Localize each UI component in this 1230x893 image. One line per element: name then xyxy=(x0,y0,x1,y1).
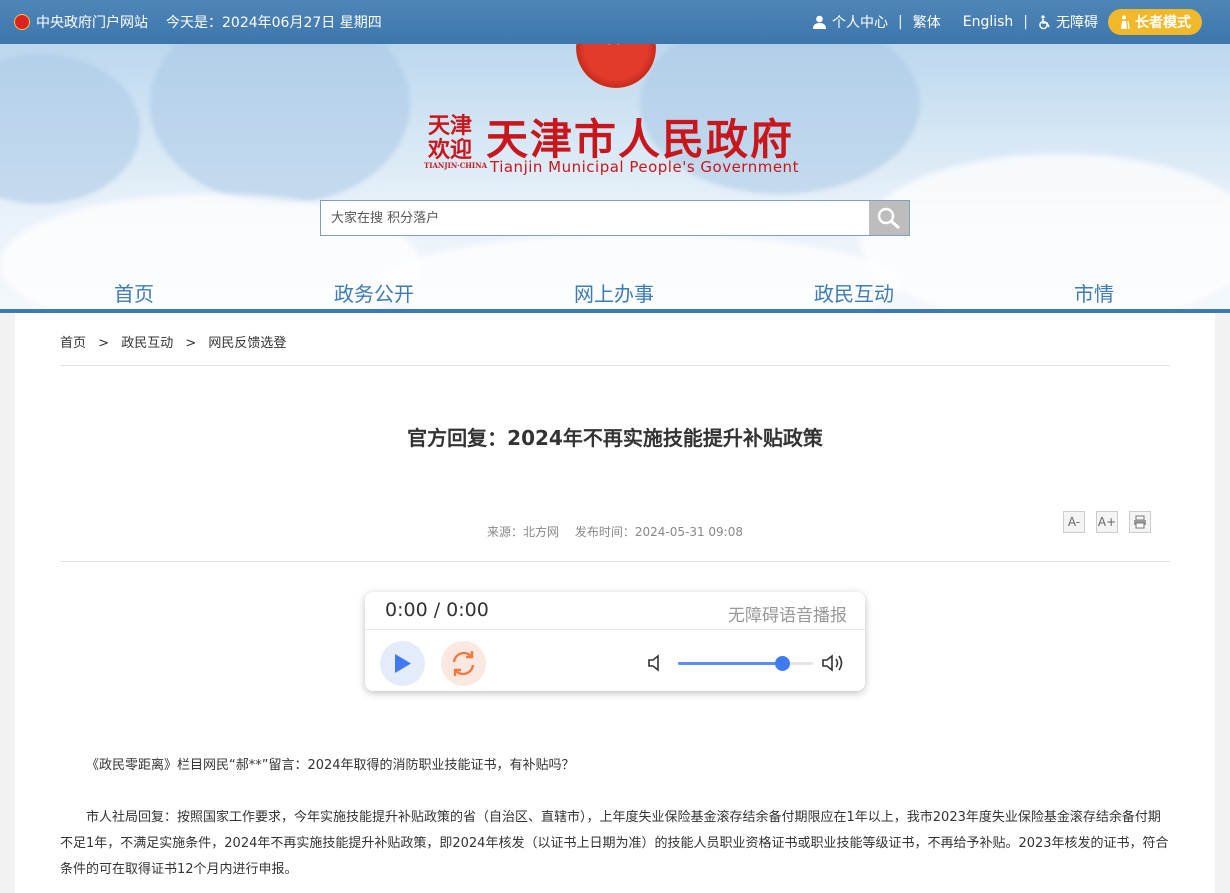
volume-slider[interactable] xyxy=(678,656,813,671)
volume-low-icon[interactable] xyxy=(647,654,663,672)
player-time: 0:00 / 0:00 xyxy=(385,599,489,621)
volume-handle[interactable] xyxy=(774,656,790,671)
wheelchair-icon xyxy=(1039,14,1050,29)
loop-button[interactable] xyxy=(441,641,486,686)
font-decrease-button[interactable]: A- xyxy=(1063,511,1085,533)
nav-interaction[interactable]: 政民互动 xyxy=(814,278,894,307)
search-box xyxy=(320,200,910,236)
article-date: 发布时间：2024-05-31 09:08 xyxy=(574,525,743,539)
article-source: 来源：北方网 xyxy=(487,525,560,539)
search-icon xyxy=(877,207,900,230)
elder-mode-button[interactable]: 长者模式 xyxy=(1108,9,1202,35)
divider xyxy=(60,561,1170,562)
header-banner: ★ 天津 欢迎 TIANJIN·CHINA 天津市人民政府 Tianjin Mu… xyxy=(0,44,1230,311)
breadcrumb-home[interactable]: 首页 xyxy=(60,336,86,351)
volume-high-icon[interactable] xyxy=(821,653,847,673)
article-paragraph: 《政民零距离》栏目网民“郝**”留言：2024年取得的消防职业技能证书，有补贴吗… xyxy=(86,758,575,773)
personal-center-label: 个人中心 xyxy=(832,15,888,31)
article-tools: A- A+ xyxy=(1063,511,1151,533)
article-container: 首页 > 政民互动 > 网民反馈选登 官方回复：2024年不再实施技能提升补贴政… xyxy=(15,313,1215,893)
seal-text: 欢迎 xyxy=(427,137,472,163)
national-emblem-icon xyxy=(14,14,30,30)
nav-online-services[interactable]: 网上办事 xyxy=(574,278,654,307)
nav-city-info[interactable]: 市情 xyxy=(1074,278,1114,307)
divider xyxy=(60,365,1170,366)
play-button[interactable] xyxy=(380,641,425,686)
print-button[interactable] xyxy=(1129,511,1151,533)
search-button[interactable] xyxy=(869,201,909,235)
english-link[interactable]: English xyxy=(963,14,1014,30)
audio-player: 0:00 / 0:00 无障碍语音播报 xyxy=(365,592,865,691)
top-bar: 中央政府门户网站 今天是：2024年06月27日 星期四 个人中心 | 繁体 E… xyxy=(0,0,1230,44)
nav-home[interactable]: 首页 xyxy=(114,278,154,307)
divider xyxy=(365,629,865,630)
divider: | xyxy=(898,14,903,30)
player-label: 无障碍语音播报 xyxy=(728,606,847,626)
flower-decoration xyxy=(150,44,410,204)
user-icon xyxy=(813,15,826,29)
breadcrumb: 首页 > 政民互动 > 网民反馈选登 xyxy=(60,332,294,351)
top-links: 个人中心 | 繁体 English | 无障碍 长者模式 xyxy=(813,9,1202,35)
font-increase-button[interactable]: A+ xyxy=(1096,511,1118,533)
elder-mode-label: 长者模式 xyxy=(1135,15,1191,31)
personal-center-link[interactable]: 个人中心 xyxy=(813,12,888,32)
breadcrumb-sep: > xyxy=(98,336,110,351)
article-paragraph: 市人社局回复：按照国家工作要求，今年实施技能提升补贴政策的省（自治区、直辖市），… xyxy=(60,810,1169,877)
accessibility-label: 无障碍 xyxy=(1056,15,1098,31)
seal-text: 天津 xyxy=(427,113,472,139)
play-icon xyxy=(395,654,411,673)
print-icon xyxy=(1134,515,1146,529)
site-title-english: Tianjin Municipal People's Government xyxy=(490,158,799,176)
portal-link[interactable]: 中央政府门户网站 xyxy=(14,12,148,32)
breadcrumb-page[interactable]: 网民反馈选登 xyxy=(208,336,286,351)
tianjin-seal-logo: 天津 欢迎 TIANJIN·CHINA xyxy=(424,113,488,170)
search-input[interactable] xyxy=(321,201,889,235)
elder-icon xyxy=(1121,15,1130,29)
breadcrumb-section[interactable]: 政民互动 xyxy=(121,336,173,351)
today-date: 今天是：2024年06月27日 星期四 xyxy=(166,15,382,31)
accessibility-link[interactable]: 无障碍 xyxy=(1038,12,1098,32)
volume-fill xyxy=(678,662,782,665)
nav-government-affairs[interactable]: 政务公开 xyxy=(334,278,414,307)
breadcrumb-sep: > xyxy=(185,336,197,351)
flower-decoration xyxy=(0,54,140,204)
loop-icon xyxy=(452,651,475,676)
divider: | xyxy=(1023,14,1028,30)
portal-link-label: 中央政府门户网站 xyxy=(36,15,148,31)
article-title: 官方回复：2024年不再实施技能提升补贴政策 xyxy=(407,426,823,450)
article-meta: 来源：北方网 发布时间：2024-05-31 09:08 xyxy=(15,523,1215,540)
traditional-chinese-link[interactable]: 繁体 xyxy=(913,12,941,32)
seal-subtext: TIANJIN·CHINA xyxy=(424,161,488,170)
main-nav: 首页 政务公开 网上办事 政民互动 市情 xyxy=(0,274,1230,311)
